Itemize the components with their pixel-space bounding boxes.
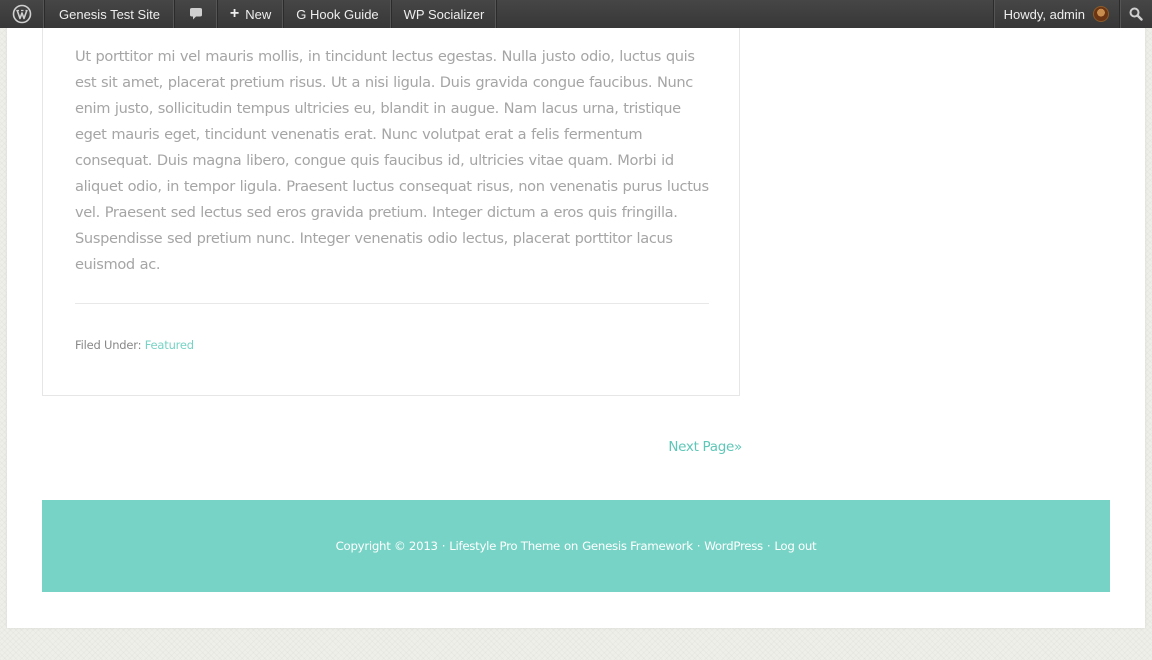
hook-guide-menu[interactable]: G Hook Guide xyxy=(284,0,392,28)
comments-link[interactable] xyxy=(175,0,218,28)
avatar xyxy=(1093,6,1109,22)
category-link[interactable]: Featured xyxy=(145,338,194,352)
logout-link[interactable]: Log out xyxy=(774,539,816,553)
footer-separator: · xyxy=(766,539,771,553)
plus-icon: + xyxy=(229,5,240,22)
search-icon xyxy=(1129,7,1143,21)
copyright-text: Copyright © 2013 xyxy=(335,539,438,553)
framework-link[interactable]: Genesis Framework xyxy=(582,539,693,553)
admin-bar-left: Genesis Test Site + New G Hook Guide WP … xyxy=(0,0,498,28)
footer-separator: · xyxy=(696,539,701,553)
greeting-label: Howdy, admin xyxy=(1003,6,1085,22)
theme-link[interactable]: Lifestyle Pro Theme xyxy=(449,539,560,553)
footer-on-text: on xyxy=(563,539,579,553)
entry-divider xyxy=(75,303,709,304)
site-container: Ut porttitor mi vel mauris mollis, in ti… xyxy=(7,0,1145,628)
site-name-label: Genesis Test Site xyxy=(59,6,160,22)
wp-socializer-label: WP Socializer xyxy=(403,6,485,22)
wp-socializer-menu[interactable]: WP Socializer xyxy=(392,0,498,28)
entry-meta: Filed Under: Featured xyxy=(75,338,194,352)
entry-content: Ut porttitor mi vel mauris mollis, in ti… xyxy=(75,44,715,278)
site-footer: Copyright © 2013 · Lifestyle Pro Theme o… xyxy=(42,500,1110,592)
footer-separator: · xyxy=(441,539,446,553)
comment-bubble-icon xyxy=(189,8,202,20)
admin-bar-search[interactable] xyxy=(1119,0,1152,28)
post-entry: Ut porttitor mi vel mauris mollis, in ti… xyxy=(42,0,740,396)
next-page-link[interactable]: Next Page» xyxy=(668,439,742,455)
new-label: New xyxy=(245,6,272,22)
wordpress-logo-icon xyxy=(12,4,32,24)
my-account-menu[interactable]: Howdy, admin xyxy=(992,0,1119,28)
wordpress-link[interactable]: WordPress xyxy=(704,539,763,553)
admin-bar: Genesis Test Site + New G Hook Guide WP … xyxy=(0,0,1152,28)
pagination: Next Page» xyxy=(668,439,742,455)
filed-under-label: Filed Under: xyxy=(75,338,142,352)
post-paragraph: Ut porttitor mi vel mauris mollis, in ti… xyxy=(75,48,709,273)
wp-logo-menu[interactable] xyxy=(0,0,45,28)
admin-bar-right: Howdy, admin xyxy=(992,0,1152,28)
hook-guide-label: G Hook Guide xyxy=(296,6,379,22)
new-content-menu[interactable]: + New xyxy=(218,0,285,28)
site-name-link[interactable]: Genesis Test Site xyxy=(45,0,175,28)
